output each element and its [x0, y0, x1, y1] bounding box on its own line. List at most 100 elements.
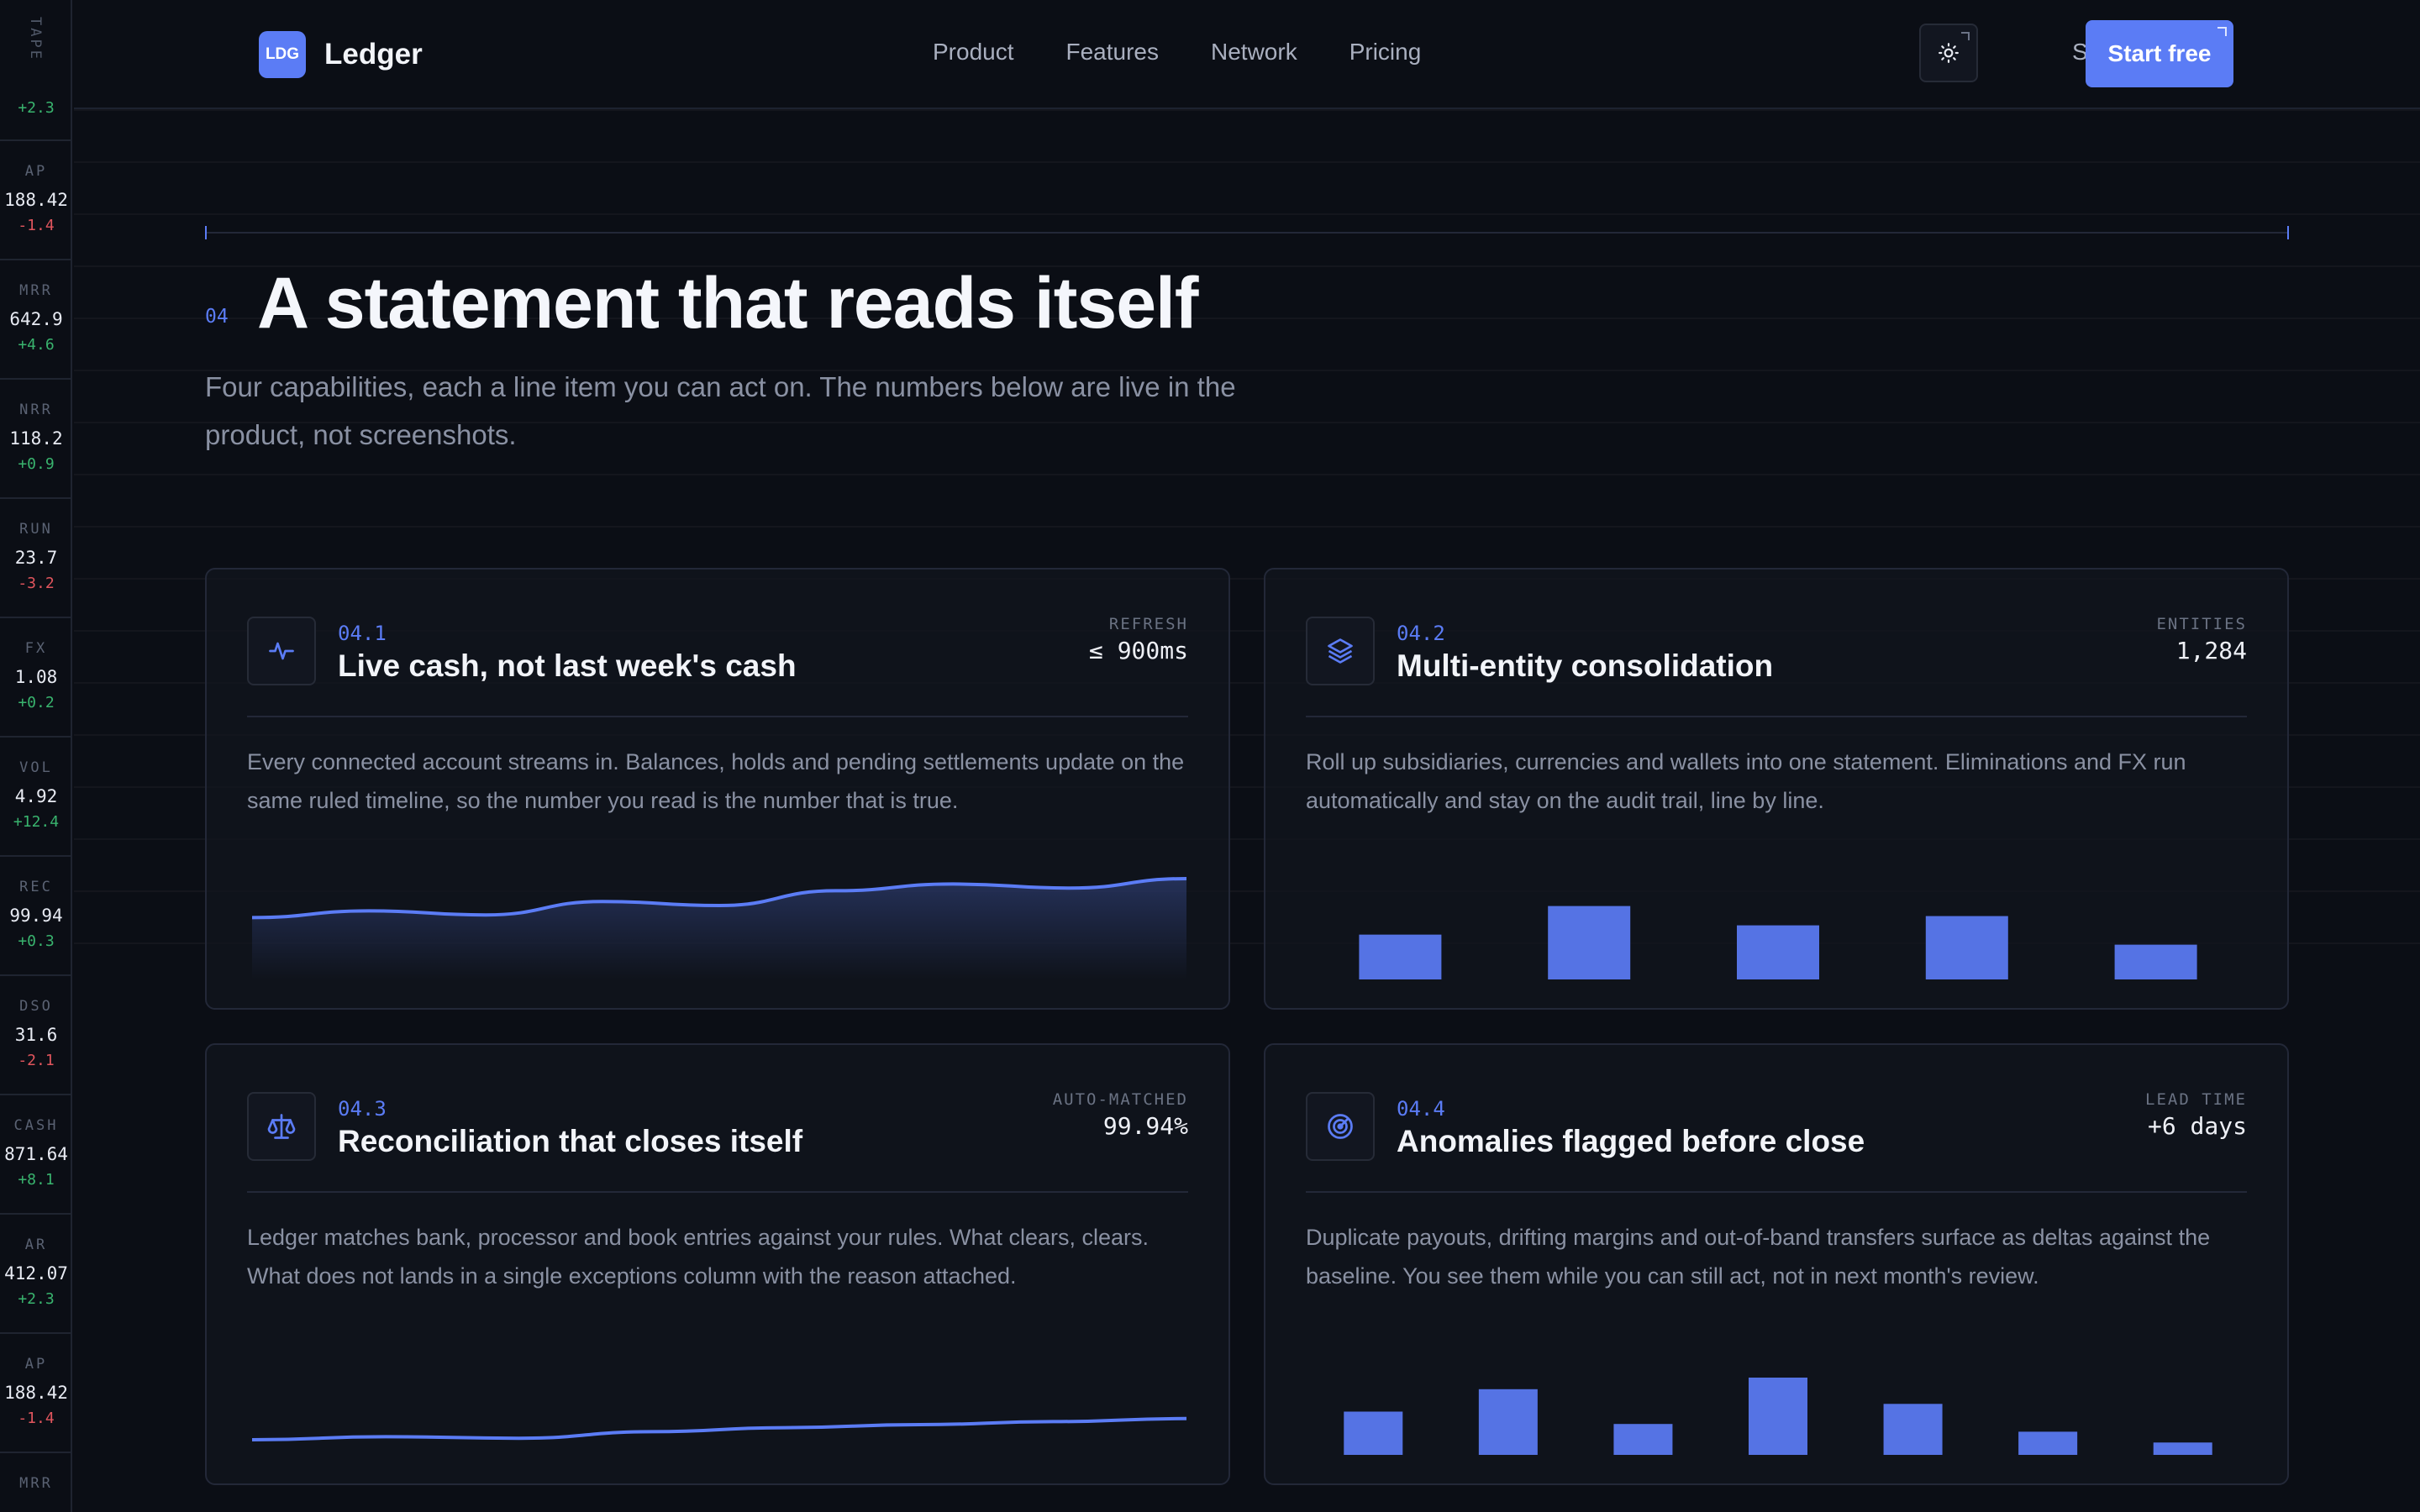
tape-item: REC 99.94 +0.3: [0, 855, 71, 974]
scale-icon: [267, 1114, 296, 1139]
card-divider: [247, 1191, 1188, 1193]
tape-item-change: +2.3: [18, 1290, 55, 1308]
metric-label: REFRESH: [1108, 615, 1188, 633]
radar-icon: [1328, 1114, 1353, 1139]
tape-item-change: -1.4: [18, 1410, 55, 1427]
tape-item-value: 188.42: [4, 1383, 68, 1403]
feature-card-consolidation: 04.2 Multi-entity consolidation ENTITIES…: [1264, 568, 2289, 1010]
chart-bar: [1883, 1404, 1943, 1455]
chart-bar: [1359, 934, 1442, 979]
series-line: [251, 1416, 1187, 1441]
tape-label: TAPE: [27, 17, 44, 61]
nav-features[interactable]: Features: [1066, 39, 1160, 66]
nav-pricing[interactable]: Pricing: [1349, 39, 1422, 66]
tape-top-delta: +2.3: [18, 99, 55, 117]
tape-item-value: 1.08: [14, 667, 58, 687]
tape-item-change: +0.2: [18, 694, 55, 711]
section-subtitle: Four capabilities, each a line item you …: [205, 371, 1236, 450]
chart-bar: [1737, 925, 1819, 979]
tape-item-label: NRR: [19, 402, 53, 418]
tape-item-value: 871.64: [4, 1144, 68, 1164]
metric-value: 1,284: [2175, 637, 2247, 664]
area-fill: [252, 879, 1186, 979]
tape-item-change: -2.1: [18, 1052, 55, 1069]
tape-item-value: 412.07: [4, 1263, 68, 1284]
tape-item-change: -1.4: [18, 217, 55, 234]
ticker-tape: TAPE +2.3 AP 188.42 -1.4 MRR 642.9 +4.6 NRR 118…: [0, 0, 72, 1512]
feature-card-live-cash: 04.1 Live cash, not last week's cash REF…: [205, 568, 1230, 1010]
card-divider: [1306, 1191, 2247, 1193]
tape-item-value: 4.92: [14, 786, 58, 806]
chart-bar: [2153, 1442, 2212, 1455]
tape-item-label: RUN: [19, 521, 53, 538]
metric-value: 99.94%: [1102, 1112, 1188, 1140]
chart-bar: [1925, 916, 2008, 979]
tape-item-change: +0.3: [18, 932, 55, 950]
site-header: LDG Ledger Product Features Network Pric…: [74, 0, 2420, 109]
card-title: Live cash, not last week's cash: [338, 648, 797, 683]
corner-mark: [1961, 32, 1970, 40]
sun-icon: [1939, 43, 1959, 63]
tape-item-label: DSO: [19, 998, 53, 1015]
card-divider: [1306, 716, 2247, 717]
card-icon-box: [247, 1092, 316, 1161]
card-number: 04.4: [1397, 1097, 1445, 1121]
logo[interactable]: LDG Ledger: [259, 31, 423, 78]
card-divider: [247, 716, 1188, 717]
tape-item-label: FX: [24, 640, 48, 657]
tape-item: AP 188.42 -1.4: [0, 1332, 71, 1452]
anomalies-bar-chart: [1344, 1378, 2212, 1455]
live-cash-area-chart: [251, 877, 1187, 979]
card-title: Anomalies flagged before close: [1397, 1124, 1865, 1158]
nav-product[interactable]: Product: [933, 39, 1014, 66]
tape-item-change: +12.4: [13, 813, 60, 831]
tape-item-value: 642.9: [9, 309, 63, 329]
card-description: Ledger matches bank, processor and book …: [247, 1225, 1150, 1289]
tape-item-value: 188.42: [4, 190, 68, 210]
chart-bar: [1344, 1411, 1403, 1455]
logo-badge: LDG: [259, 31, 306, 78]
tape-item-label: VOL: [19, 759, 53, 776]
tape-item: AP 188.42 -1.4: [0, 139, 71, 259]
section-title: A statement that reads itself: [257, 263, 1199, 344]
tape-item-value: 99.94: [9, 906, 63, 926]
tape-item: MRR 642.9 +4.6: [0, 259, 71, 378]
metric-label: ENTITIES: [2156, 615, 2247, 633]
chart-bar: [1749, 1378, 1807, 1455]
tape-item-change: +0.9: [18, 455, 55, 473]
start-free-button[interactable]: Start free: [2086, 20, 2233, 87]
metric-label: LEAD TIME: [2145, 1090, 2247, 1109]
chart-bar: [2114, 944, 2197, 979]
chart-bar: [1613, 1424, 1673, 1455]
reconciliation-line-chart: [251, 1416, 1187, 1441]
tape-item-label: AP: [24, 163, 48, 180]
card-description: Duplicate payouts, drifting margins and …: [1306, 1225, 2211, 1289]
card-title: Multi-entity consolidation: [1397, 648, 1774, 683]
chart-bar: [1478, 1389, 1538, 1455]
tape-item-value: 118.2: [9, 428, 63, 449]
tape-item-change: -3.2: [18, 575, 55, 592]
card-description: Every connected account streams in. Bala…: [247, 749, 1185, 813]
tape-item-label: AP: [24, 1356, 48, 1373]
metric-label: AUTO-MATCHED: [1052, 1090, 1188, 1109]
metric-value: ≤ 900ms: [1088, 637, 1188, 664]
theme-toggle-button[interactable]: [1919, 24, 1978, 82]
tape-item-change: +4.6: [18, 336, 55, 354]
card-icon-box: [247, 617, 316, 685]
corner-mark: [2217, 27, 2227, 36]
tape-item: NRR 118.2 +0.9: [0, 378, 71, 497]
card-description: Roll up subsidiaries, currencies and wal…: [1306, 749, 2186, 813]
start-free-label: Start free: [2107, 40, 2212, 66]
tape-item: DSO 31.6 -2.1: [0, 974, 71, 1094]
feature-card-anomalies: 04.4 Anomalies flagged before close LEAD…: [1264, 1043, 2289, 1485]
tape-item-label: REC: [19, 879, 53, 895]
card-number: 04.3: [338, 1097, 387, 1121]
tape-item-label: MRR: [19, 1475, 53, 1492]
chart-bar: [1548, 906, 1631, 979]
feature-card-reconciliation: 04.3 Reconciliation that closes itself A…: [205, 1043, 1230, 1485]
tape-item: MRR: [0, 1452, 71, 1512]
tape-item-value: 31.6: [14, 1025, 58, 1045]
nav-network[interactable]: Network: [1211, 39, 1297, 66]
tape-item: RUN 23.7 -3.2: [0, 497, 71, 617]
main-nav: Product Features Network Pricing: [933, 39, 1421, 66]
